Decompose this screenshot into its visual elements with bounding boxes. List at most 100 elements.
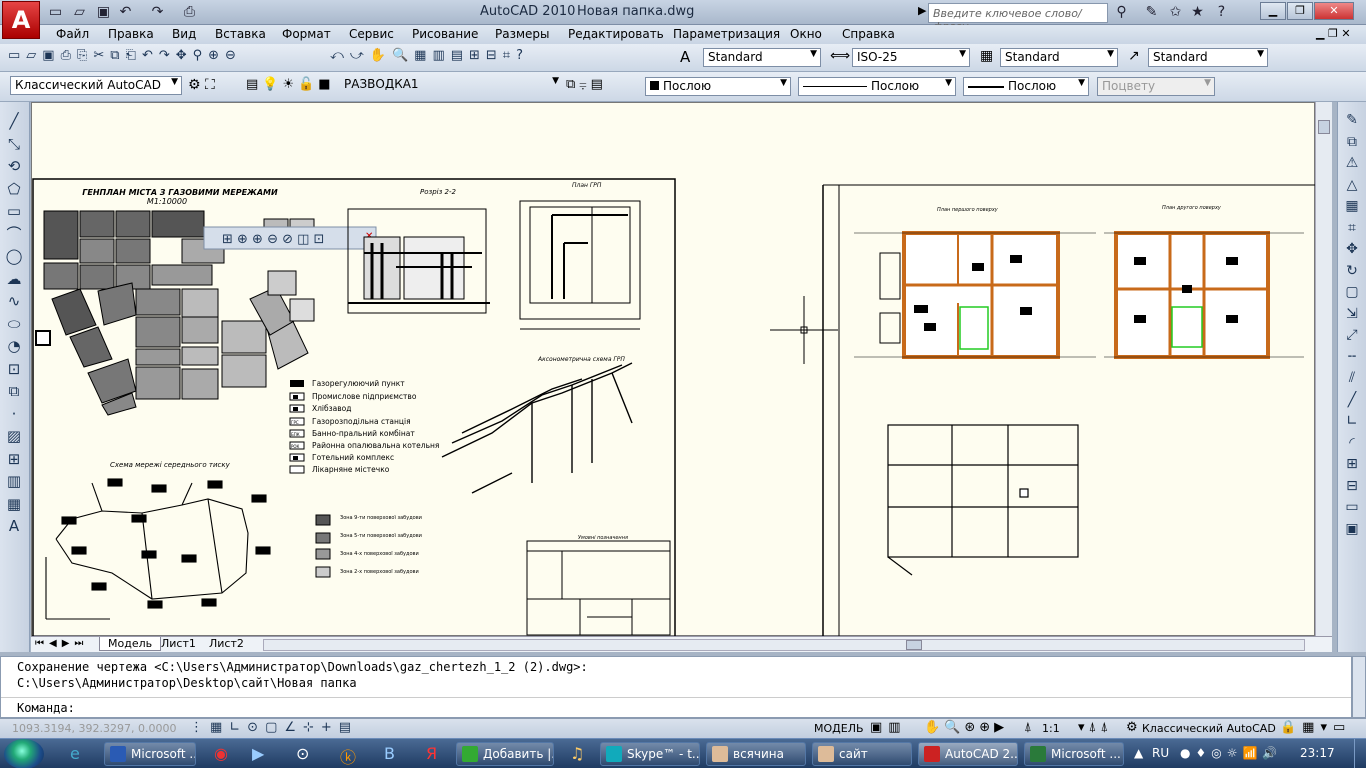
layer-state-icons[interactable]: ▤💡☀🔓■ <box>246 77 335 92</box>
app-icon[interactable]: ⊙ <box>296 744 309 763</box>
star-icon[interactable]: ★ <box>1188 3 1207 21</box>
restore-button[interactable]: ❐ <box>1287 2 1313 20</box>
menu-dimension[interactable]: Размеры <box>495 27 550 41</box>
close-button[interactable]: ✕ <box>1314 2 1354 20</box>
taskbar-item-add[interactable]: Добавить |... <box>456 742 554 766</box>
annotation-scale-icon[interactable]: ⍋ <box>1024 720 1032 735</box>
undo-icon[interactable]: ↶ <box>116 3 135 21</box>
draw-tools-icons[interactable]: ╱ ⤡ ⟲ ⬠ ▭ ⌒ ◯ ☁ ∿ ⬭ ◔ ⊡ ⧉ · ▨ ⊞ ▥ ▦ A <box>4 110 24 538</box>
properties-toolbar-icons[interactable]: ⤺⤻✋🔍▦▥▤⊞⊟⌗? <box>330 48 660 68</box>
redo-icon[interactable]: ↷ <box>148 3 167 21</box>
svg-text:Газорегулюючий пункт: Газорегулюючий пункт <box>312 379 405 388</box>
layer-tools-icons[interactable]: ⧉⩦▤ <box>566 77 607 92</box>
favorites-icon[interactable]: ✩ <box>1166 3 1185 21</box>
drawing-canvas[interactable]: ГЕНПЛАН МІСТА З ГАЗОВИМИ МЕРЕЖАМИ М1:100… <box>31 102 1316 640</box>
menu-tools[interactable]: Сервис <box>349 27 394 41</box>
help-icon[interactable]: ? <box>1212 3 1231 21</box>
tray-expand-icon[interactable]: ▲ <box>1134 746 1143 760</box>
menu-view[interactable]: Вид <box>172 27 196 41</box>
tools-icon[interactable]: ✎ <box>1142 3 1161 21</box>
text-style-select[interactable]: Standard ▼ <box>703 48 821 67</box>
menu-help[interactable]: Справка <box>842 27 895 41</box>
taskbar-item-autocad[interactable]: AutoCAD 2... <box>918 742 1018 766</box>
status-tray-icons[interactable]: 🔒▦▾▭ <box>1280 720 1351 735</box>
tab-layout1[interactable]: Лист1 <box>155 637 202 650</box>
help-search-input[interactable]: Введите ключевое слово/фразу <box>928 3 1108 33</box>
menu-draw[interactable]: Рисование <box>412 27 478 41</box>
legend: Газорегулюючий пункт Промислове підприєм… <box>289 379 439 474</box>
open-file-icon[interactable]: ▱ <box>70 3 89 21</box>
yandex-icon[interactable]: Я <box>426 744 437 763</box>
ok-icon[interactable]: ⓚ <box>340 744 356 768</box>
start-button[interactable] <box>4 739 44 768</box>
print-icon[interactable]: ⎙ <box>180 3 199 21</box>
chrome-icon[interactable]: ◉ <box>214 744 228 763</box>
command-scrollbar[interactable] <box>1352 656 1366 718</box>
menu-modify[interactable]: Редактировать <box>568 27 664 41</box>
minimize-button[interactable]: ▁ <box>1260 2 1286 20</box>
scroll-thumb[interactable] <box>1318 120 1330 134</box>
save-icon[interactable]: ▣ <box>94 3 113 21</box>
menu-window[interactable]: Окно <box>790 27 822 41</box>
app-title: AutoCAD 2010 <box>480 4 576 19</box>
language-indicator[interactable]: RU <box>1152 746 1169 760</box>
horizontal-scrollbar[interactable] <box>263 639 1305 651</box>
command-prompt[interactable]: Команда: <box>17 701 75 715</box>
taskbar-item-folder1[interactable]: всячина <box>706 742 806 766</box>
menu-format[interactable]: Формат <box>282 27 331 41</box>
annotation-icons[interactable]: ▾⍋⍋ <box>1078 720 1112 735</box>
menu-parametric[interactable]: Параметризация <box>673 27 780 41</box>
doc-minimize-icon[interactable]: ▁ ❐ ✕ <box>1316 27 1351 40</box>
autocad-window: ▭ ▱ ▣ ↶ ↷ ⎙ AutoCAD 2010 Новая папка.dwg… <box>0 0 1366 768</box>
table-style-select[interactable]: Standard ▼ <box>1000 48 1118 67</box>
show-desktop-button[interactable] <box>1354 739 1366 768</box>
media-icon[interactable]: ▶ <box>252 744 264 763</box>
menu-file[interactable]: Файл <box>56 27 89 41</box>
svg-text:Промислове підприємство: Промислове підприємство <box>312 392 417 401</box>
layout-view-icons[interactable]: ▣▥ <box>870 720 907 735</box>
navigation-icons[interactable]: ✋🔍⊛⊕▶ <box>924 720 1008 735</box>
color-select[interactable]: Послою ▼ <box>645 77 791 96</box>
vertical-scrollbar[interactable] <box>1315 102 1332 636</box>
vk-icon[interactable]: В <box>384 744 395 763</box>
table-style-icon: ▦ <box>980 48 994 64</box>
taskbar-item-excel[interactable]: Microsoft ... <box>1024 742 1124 766</box>
workspace-gear-icon[interactable]: ⚙ <box>1126 720 1138 735</box>
workspace-switcher[interactable]: Классический AutoCAD <box>1142 722 1276 735</box>
standard-toolbar-icons[interactable]: ▭▱▣⎙⎘✂⧉⎗↶↷✥⚲⊕⊖ <box>8 48 328 68</box>
clock[interactable]: 23:17 <box>1300 746 1335 760</box>
hscroll-thumb[interactable] <box>906 640 922 650</box>
lineweight-select[interactable]: Послою ▼ <box>963 77 1089 96</box>
search-arrow-icon[interactable]: ▶ <box>918 4 926 17</box>
dim-style-icon: ⟺ <box>830 48 851 64</box>
ie-icon[interactable]: e <box>70 744 80 763</box>
modify-tools-icons[interactable]: ✎ ⧉ ⚠ △ ▦ ⌗ ✥ ↻ ▢ ⇲ ⤢ ╌ ⫽ ╱ ∟ ◜ ⊞ ⊟ ▭ ▣ <box>1342 110 1362 540</box>
svg-text:ГРС: ГРС <box>291 420 299 425</box>
menu-edit[interactable]: Правка <box>108 27 154 41</box>
new-file-icon[interactable]: ▭ <box>46 3 65 21</box>
legend-item: ГРС Газорозподільна станція <box>289 417 411 426</box>
plotstyle-select[interactable]: Поцвету ▼ <box>1097 77 1215 96</box>
legend-item: Газорегулюючий пункт <box>290 379 405 388</box>
tab-nav-arrows[interactable]: ⏮◀▶⏭ <box>35 638 88 649</box>
tray-icons[interactable]: ●♦◎☼📶🔊 <box>1180 746 1282 760</box>
menu-insert[interactable]: Вставка <box>215 27 266 41</box>
tab-layout2[interactable]: Лист2 <box>203 637 250 650</box>
taskbar-item-skype[interactable]: Skype™ - t... <box>600 742 700 766</box>
linetype-select[interactable]: Послою ▼ <box>798 77 956 96</box>
layer-select[interactable]: РАЗВОДКА1 ▼ <box>340 76 562 95</box>
svg-text:БПК: БПК <box>291 432 300 437</box>
multileader-style-select[interactable]: Standard ▼ <box>1148 48 1268 67</box>
taskbar-item-folder2[interactable]: сайт <box>812 742 912 766</box>
drafting-toggles-icons[interactable]: ⋮▦∟⊙▢∠⊹+▤ <box>190 720 358 735</box>
dim-style-select[interactable]: ISO-25 ▼ <box>852 48 970 67</box>
tab-model[interactable]: Модель <box>99 637 162 651</box>
model-space-button[interactable]: МОДЕЛЬ <box>814 722 864 735</box>
workspace-select[interactable]: Классический AutoCAD ▼ <box>10 76 182 95</box>
application-menu-button[interactable]: A <box>2 1 40 39</box>
binoculars-icon[interactable]: ⚲ <box>1112 3 1131 21</box>
workspace-settings-icon[interactable]: ⚙ ⛶ <box>188 77 215 93</box>
taskbar-item-word[interactable]: Microsoft ... <box>104 742 196 766</box>
annotation-scale[interactable]: 1:1 <box>1042 722 1060 735</box>
winamp-icon[interactable]: ♫ <box>570 744 584 763</box>
